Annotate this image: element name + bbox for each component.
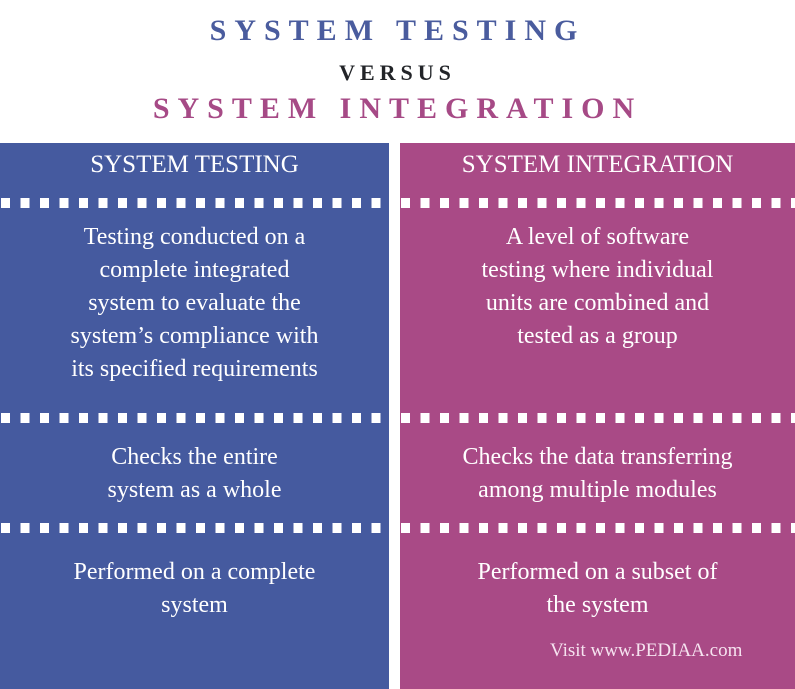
dotted-divider [400, 198, 795, 208]
performed-on-cell: Performed on a subset of the system [477, 559, 718, 618]
scope-cell: Checks the data transferring among multi… [462, 444, 733, 503]
source-credit: Visit www.PEDIAA.com [550, 640, 743, 661]
column-heading: SYSTEM TESTING [90, 151, 299, 178]
main-title-system-integration: SYSTEM INTEGRATION [152, 92, 643, 125]
scope-cell: Checks the entire system as a whole [107, 444, 282, 503]
dotted-divider [400, 413, 795, 423]
dotted-divider [0, 413, 389, 423]
main-title-system-testing: SYSTEM TESTING [209, 14, 586, 47]
system-integration-column: SYSTEM INTEGRATION A level of software t… [400, 143, 795, 689]
system-testing-column: SYSTEM TESTING Testing conducted on a co… [0, 143, 389, 689]
dotted-divider [0, 198, 389, 208]
performed-on-cell: Performed on a complete system [73, 559, 316, 618]
dotted-divider [0, 523, 389, 533]
dotted-divider [400, 523, 795, 533]
versus-label: VERSUS [339, 60, 456, 85]
column-heading: SYSTEM INTEGRATION [461, 151, 734, 178]
definition-cell: Testing conducted on a complete integrat… [70, 224, 319, 382]
definition-cell: A level of software testing where indivi… [481, 224, 714, 349]
